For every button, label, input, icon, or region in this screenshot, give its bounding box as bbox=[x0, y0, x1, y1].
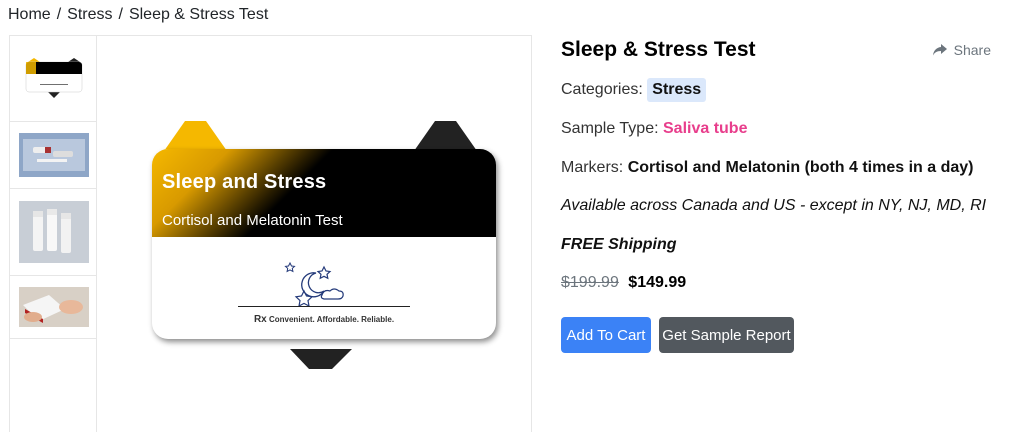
breadcrumb-home-link[interactable]: Home bbox=[8, 6, 51, 24]
markers-row: Markers: Cortisol and Melatonin (both 4 … bbox=[561, 159, 974, 177]
card-header: Sleep and Stress Cortisol and Melatonin … bbox=[152, 149, 496, 237]
card-subtitle: Cortisol and Melatonin Test bbox=[162, 212, 343, 229]
card-tagline: Rx Convenient. Affordable. Reliable. bbox=[152, 314, 496, 325]
sample-report-button[interactable]: Get Sample Report bbox=[659, 317, 794, 353]
categories-row: Categories: Stress bbox=[561, 78, 707, 102]
card-body: Rx Convenient. Affordable. Reliable. bbox=[152, 237, 496, 339]
card-title: Sleep and Stress bbox=[162, 171, 327, 193]
share-button[interactable]: Share bbox=[932, 42, 991, 58]
product-gallery: Sleep and Stress Cortisol and Melatonin … bbox=[9, 35, 532, 432]
breadcrumb: Home / Stress / Sleep & Stress Test bbox=[8, 6, 268, 24]
sample-type-row: Sample Type: Saliva tube bbox=[561, 120, 747, 138]
sample-type-label: Sample Type: bbox=[561, 120, 659, 137]
share-label: Share bbox=[953, 42, 991, 58]
markers-value: Cortisol and Melatonin (both 4 times in … bbox=[627, 159, 974, 176]
thumbnail-tubes-image bbox=[18, 201, 89, 263]
thumbnail-card-image bbox=[25, 57, 82, 98]
markers-label: Markers: bbox=[561, 159, 624, 176]
old-price: $199.99 bbox=[561, 274, 619, 291]
thumbnail-list bbox=[10, 36, 97, 432]
price-row: $199.99 $149.99 bbox=[561, 274, 686, 292]
shipping-text: FREE Shipping bbox=[561, 236, 677, 253]
categories-label: Categories: bbox=[561, 81, 643, 98]
card-tagline-text: Convenient. Affordable. Reliable. bbox=[268, 315, 395, 324]
share-arrow-icon bbox=[932, 44, 947, 56]
category-badge-stress[interactable]: Stress bbox=[647, 78, 707, 102]
main-product-image: Sleep and Stress Cortisol and Melatonin … bbox=[150, 121, 500, 371]
availability-text: Available across Canada and US - except … bbox=[561, 197, 987, 214]
add-to-cart-button[interactable]: Add To Cart bbox=[561, 317, 651, 353]
thumbnail-2[interactable] bbox=[10, 122, 97, 189]
product-info: Sleep & Stress Test Share Categories: St… bbox=[561, 38, 1001, 353]
product-card: Sleep and Stress Cortisol and Melatonin … bbox=[152, 149, 496, 339]
breadcrumb-current: Sleep & Stress Test bbox=[128, 6, 269, 23]
breadcrumb-stress-link[interactable]: Stress bbox=[67, 6, 112, 24]
breadcrumb-separator: / bbox=[56, 6, 62, 23]
thumbnail-4[interactable] bbox=[10, 276, 97, 339]
breadcrumb-separator: / bbox=[118, 6, 123, 23]
sample-type-value: Saliva tube bbox=[663, 120, 748, 137]
thumbnail-1[interactable] bbox=[10, 36, 97, 122]
current-price: $149.99 bbox=[628, 274, 687, 291]
moon-stars-icon bbox=[284, 261, 344, 307]
rx-symbol: Rx bbox=[253, 314, 267, 325]
thumbnail-kit-image bbox=[18, 133, 89, 177]
thumbnail-3[interactable] bbox=[10, 189, 97, 276]
card-divider bbox=[238, 306, 410, 307]
thumbnail-hands-image bbox=[18, 287, 89, 327]
